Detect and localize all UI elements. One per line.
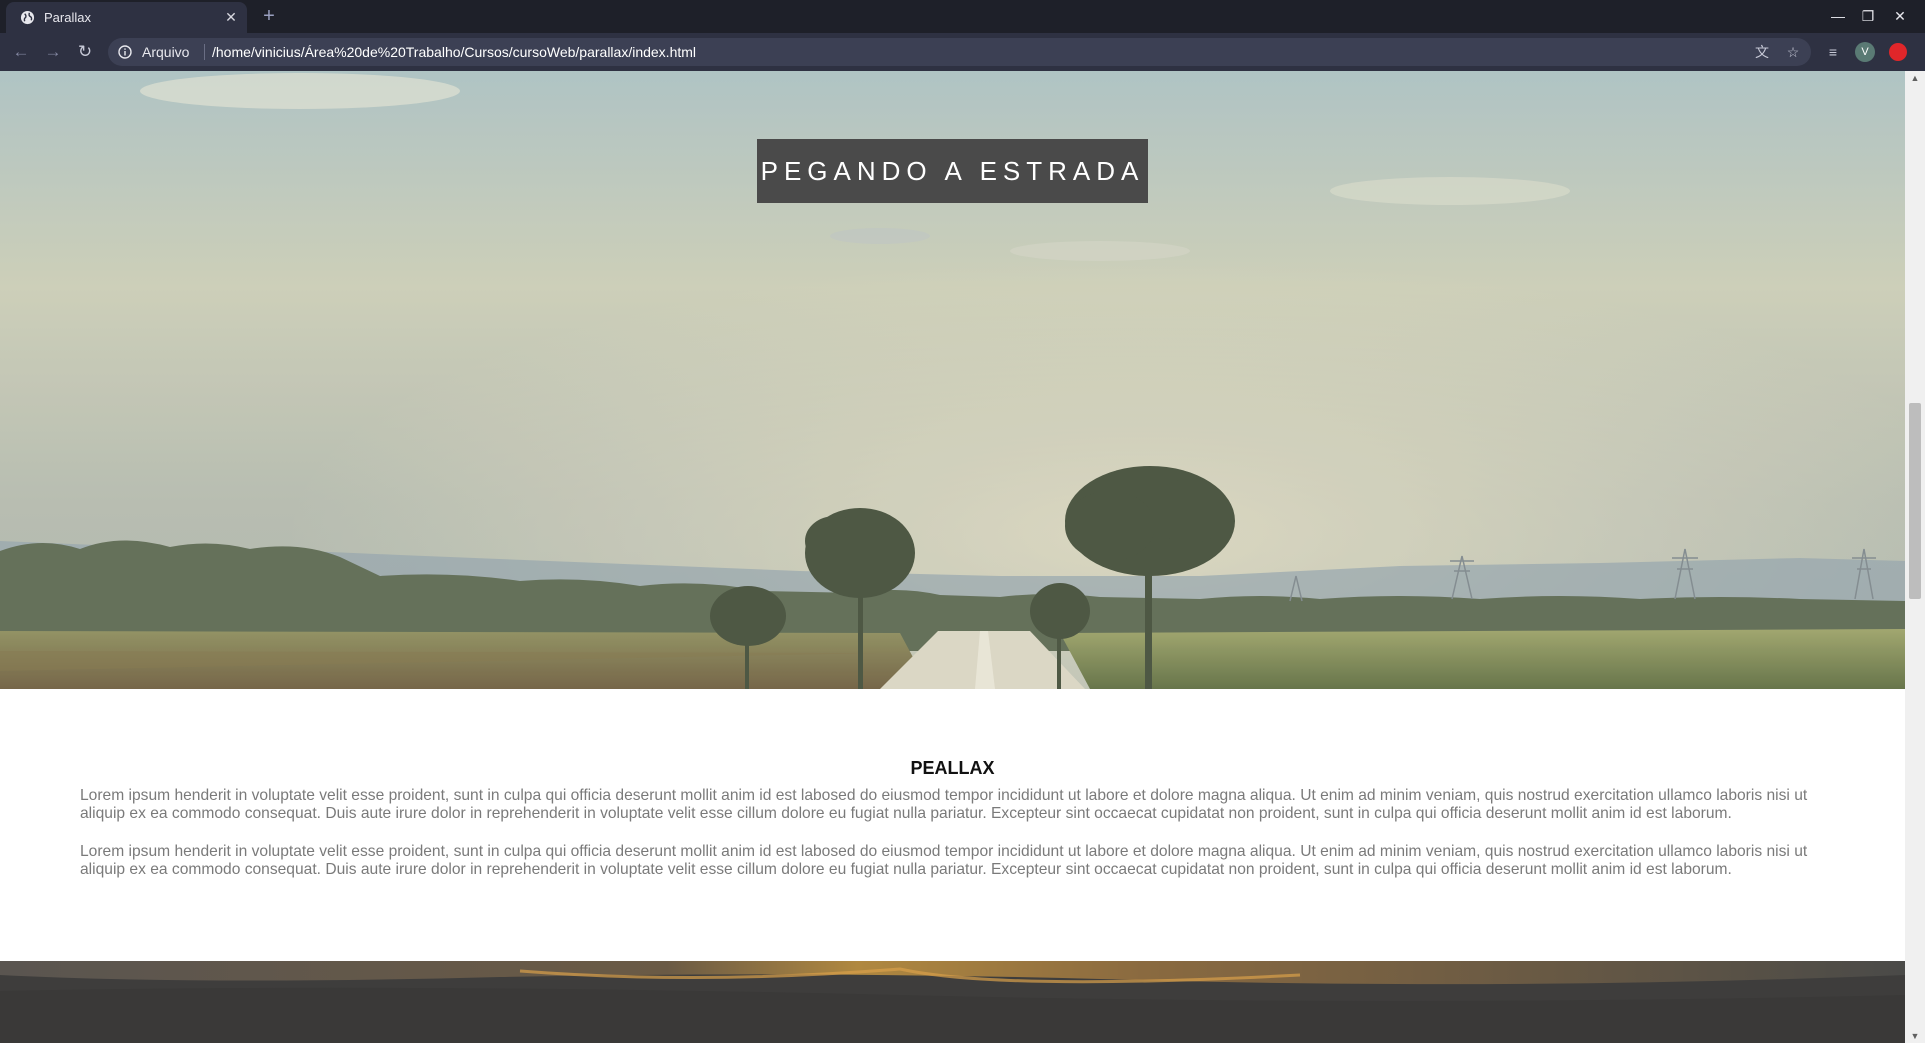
sunset-image — [0, 961, 1905, 1043]
tab-title: Parallax — [44, 10, 91, 25]
maximize-button[interactable]: ❐ — [1857, 6, 1879, 26]
vertical-scrollbar[interactable]: ▲ ▼ — [1905, 71, 1925, 1043]
url-text[interactable]: /home/vinicius/Área%20de%20Trabalho/Curs… — [212, 44, 696, 60]
reload-button[interactable]: ↻ — [73, 40, 97, 64]
media-control-icon[interactable]: ≡ — [1823, 42, 1843, 62]
scroll-thumb[interactable] — [1909, 403, 1921, 599]
section-heading: PEALLAX — [910, 758, 995, 778]
paragraph: Lorem ipsum henderit in voluptate velit … — [80, 842, 1808, 878]
scroll-up-arrow[interactable]: ▲ — [1905, 71, 1925, 85]
tab-parallax[interactable]: Parallax ✕ — [6, 2, 247, 33]
address-bar[interactable]: Arquivo /home/vinicius/Área%20de%20Traba… — [108, 38, 1811, 66]
omnibox-divider — [204, 44, 205, 60]
hero-title: PEGANDO A ESTRADA — [760, 156, 1145, 186]
back-button[interactable]: ← — [9, 40, 33, 64]
minimize-button[interactable]: — — [1827, 6, 1849, 26]
info-icon[interactable] — [118, 45, 132, 59]
scroll-down-arrow[interactable]: ▼ — [1905, 1029, 1925, 1043]
security-chip-label[interactable]: Arquivo — [142, 44, 189, 60]
browser-toolbar: ← → ↻ Arquivo /home/vinicius/Área%20de%2… — [0, 33, 1925, 71]
close-window-button[interactable]: ✕ — [1889, 6, 1911, 26]
content-section: PEALLAX Lorem ipsum henderit in voluptat… — [0, 689, 1905, 961]
globe-icon — [20, 10, 35, 25]
forward-button[interactable]: → — [41, 40, 65, 64]
extension-icon[interactable] — [1889, 43, 1907, 61]
new-tab-button[interactable]: + — [258, 5, 280, 27]
avatar[interactable]: V — [1855, 42, 1875, 62]
translate-icon[interactable]: 文 — [1754, 44, 1770, 60]
tab-strip: Parallax ✕ + — ❐ ✕ — [0, 0, 1925, 33]
paragraph: Lorem ipsum henderit in voluptate velit … — [80, 786, 1808, 822]
star-icon[interactable]: ☆ — [1785, 44, 1801, 60]
page-viewport: PEGANDO A ESTRADA PEALLAX Lorem ipsum he… — [0, 71, 1905, 1043]
close-icon[interactable]: ✕ — [223, 9, 239, 25]
hero-section: PEGANDO A ESTRADA — [0, 71, 1905, 689]
hero-title-box: PEGANDO A ESTRADA — [757, 139, 1148, 203]
